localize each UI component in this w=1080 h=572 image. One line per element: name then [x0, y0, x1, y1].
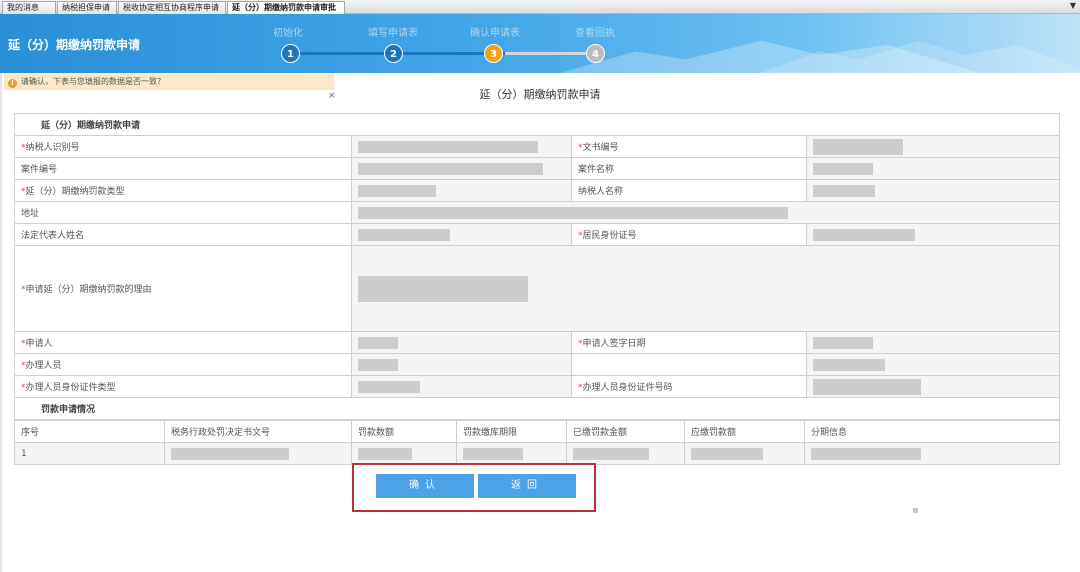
step-2-dot: 2 — [384, 44, 403, 63]
confirm-button[interactable]: 确认 — [376, 474, 474, 498]
value-doc-no — [805, 135, 1061, 158]
col-header: 税务行政处罚决定书文号 — [164, 420, 352, 443]
step-1-dot: 1 — [281, 44, 300, 63]
col-header: 序号 — [14, 420, 165, 443]
cell-deadline — [456, 442, 567, 465]
col-header: 应缴罚款额 — [684, 420, 805, 443]
form-section-title: 延（分）期缴纳罚款申请 — [13, 113, 1061, 136]
value-handler-id-type — [351, 375, 572, 398]
value-handler-extra — [805, 353, 1061, 376]
label-resident-id: *居民身份证号 — [571, 223, 807, 246]
label-case-name: 案件名称 — [571, 157, 807, 180]
col-header: 罚款数额 — [351, 420, 457, 443]
empty-cell — [571, 353, 807, 376]
step-4-dot: 4 — [586, 44, 605, 63]
value-taxpayer-id — [351, 135, 572, 158]
chevron-down-icon[interactable]: ▼ — [1070, 1, 1076, 10]
cell-due — [684, 442, 805, 465]
cell-paid — [566, 442, 685, 465]
tab-bar: 我的消息 纳税担保申请 税收协定相互协商程序申请 延（分）期缴纳罚款申请审批 ▼ — [0, 0, 1080, 14]
value-case-no — [351, 157, 572, 180]
step-3-dot: 3 — [484, 44, 503, 63]
label-taxpayer-id: *纳税人识别号 — [14, 135, 352, 158]
value-reason — [350, 245, 1061, 332]
value-legal-rep — [351, 223, 572, 246]
label-handler-id-type: *办理人员身份证件类型 — [14, 375, 352, 398]
col-header: 已缴罚款金额 — [566, 420, 685, 443]
label-doc-no: *文书编号 — [571, 135, 807, 158]
value-sign-date — [805, 331, 1061, 354]
header-banner: 延（分）期缴纳罚款申请 初始化 1 填写申请表 2 确认申请表 3 查看回执 4 — [0, 14, 1080, 73]
cell-index: 1 — [14, 442, 165, 465]
label-legal-rep: 法定代表人姓名 — [14, 223, 352, 246]
label-address: 地址 — [14, 201, 352, 224]
col-header: 罚款缴库期限 — [456, 420, 567, 443]
label-penalty-type: *延（分）期缴纳罚款类型 — [14, 179, 352, 202]
step-4-label: 查看回执 — [575, 28, 615, 39]
label-sign-date: *申请人签字日期 — [571, 331, 807, 354]
back-button[interactable]: 返回 — [478, 474, 576, 498]
label-reason: *申请延（分）期缴纳罚款的理由 — [14, 245, 352, 332]
step-progress: 初始化 1 填写申请表 2 确认申请表 3 查看回执 4 — [273, 14, 615, 73]
label-taxpayer-name: 纳税人名称 — [571, 179, 807, 202]
tab-tax-guarantee[interactable]: 纳税担保申请 — [57, 1, 117, 14]
tab-tax-treaty[interactable]: 税收协定相互协商程序申请 — [118, 1, 226, 14]
cell-decision-no — [164, 442, 352, 465]
table-row: 1 — [14, 442, 1060, 465]
step-2-label: 填写申请表 — [368, 28, 418, 39]
label-applicant: *申请人 — [14, 331, 352, 354]
label-case-no: 案件编号 — [14, 157, 352, 180]
label-handler: *办理人员 — [14, 353, 352, 376]
col-header: 分期信息 — [804, 420, 1060, 443]
page: 我的消息 纳税担保申请 税收协定相互协商程序申请 延（分）期缴纳罚款申请审批 ▼… — [0, 0, 1080, 572]
step-1-label: 初始化 — [273, 28, 303, 39]
page-title: 延（分）期缴纳罚款申请 — [8, 38, 141, 52]
tab-penalty-deferral[interactable]: 延（分）期缴纳罚款申请审批 — [227, 1, 345, 14]
penalty-section-title: 罚款申请情况 — [13, 397, 1061, 420]
scroll-marker — [913, 508, 918, 513]
value-taxpayer-name — [805, 179, 1061, 202]
step-3-label: 确认申请表 — [470, 28, 520, 39]
value-address — [350, 201, 1061, 224]
tab-my-messages[interactable]: 我的消息 — [2, 1, 56, 14]
value-case-name — [805, 157, 1061, 180]
label-handler-id-no: *办理人员身份证件号码 — [571, 375, 807, 398]
cell-installment — [804, 442, 1060, 465]
frame-edge — [0, 73, 2, 572]
form-title: 延（分）期缴纳罚款申请 — [479, 88, 601, 101]
value-handler — [351, 353, 572, 376]
value-handler-id-no — [805, 375, 1061, 398]
value-resident-id — [805, 223, 1061, 246]
notice-text: 请确认，下表与您填报的数据是否一致? — [21, 77, 162, 86]
penalty-table: 序号 税务行政处罚决定书文号 罚款数额 罚款缴库期限 已缴罚款金额 应缴罚款额 … — [14, 420, 1060, 465]
cell-amount — [351, 442, 457, 465]
value-penalty-type — [351, 179, 572, 202]
value-applicant — [351, 331, 572, 354]
application-form: 延（分）期缴纳罚款申请 *纳税人识别号 *文书编号 案件编号 案件名称 *延（分… — [13, 113, 1061, 465]
action-button-highlight: 确认 返回 — [352, 463, 596, 512]
